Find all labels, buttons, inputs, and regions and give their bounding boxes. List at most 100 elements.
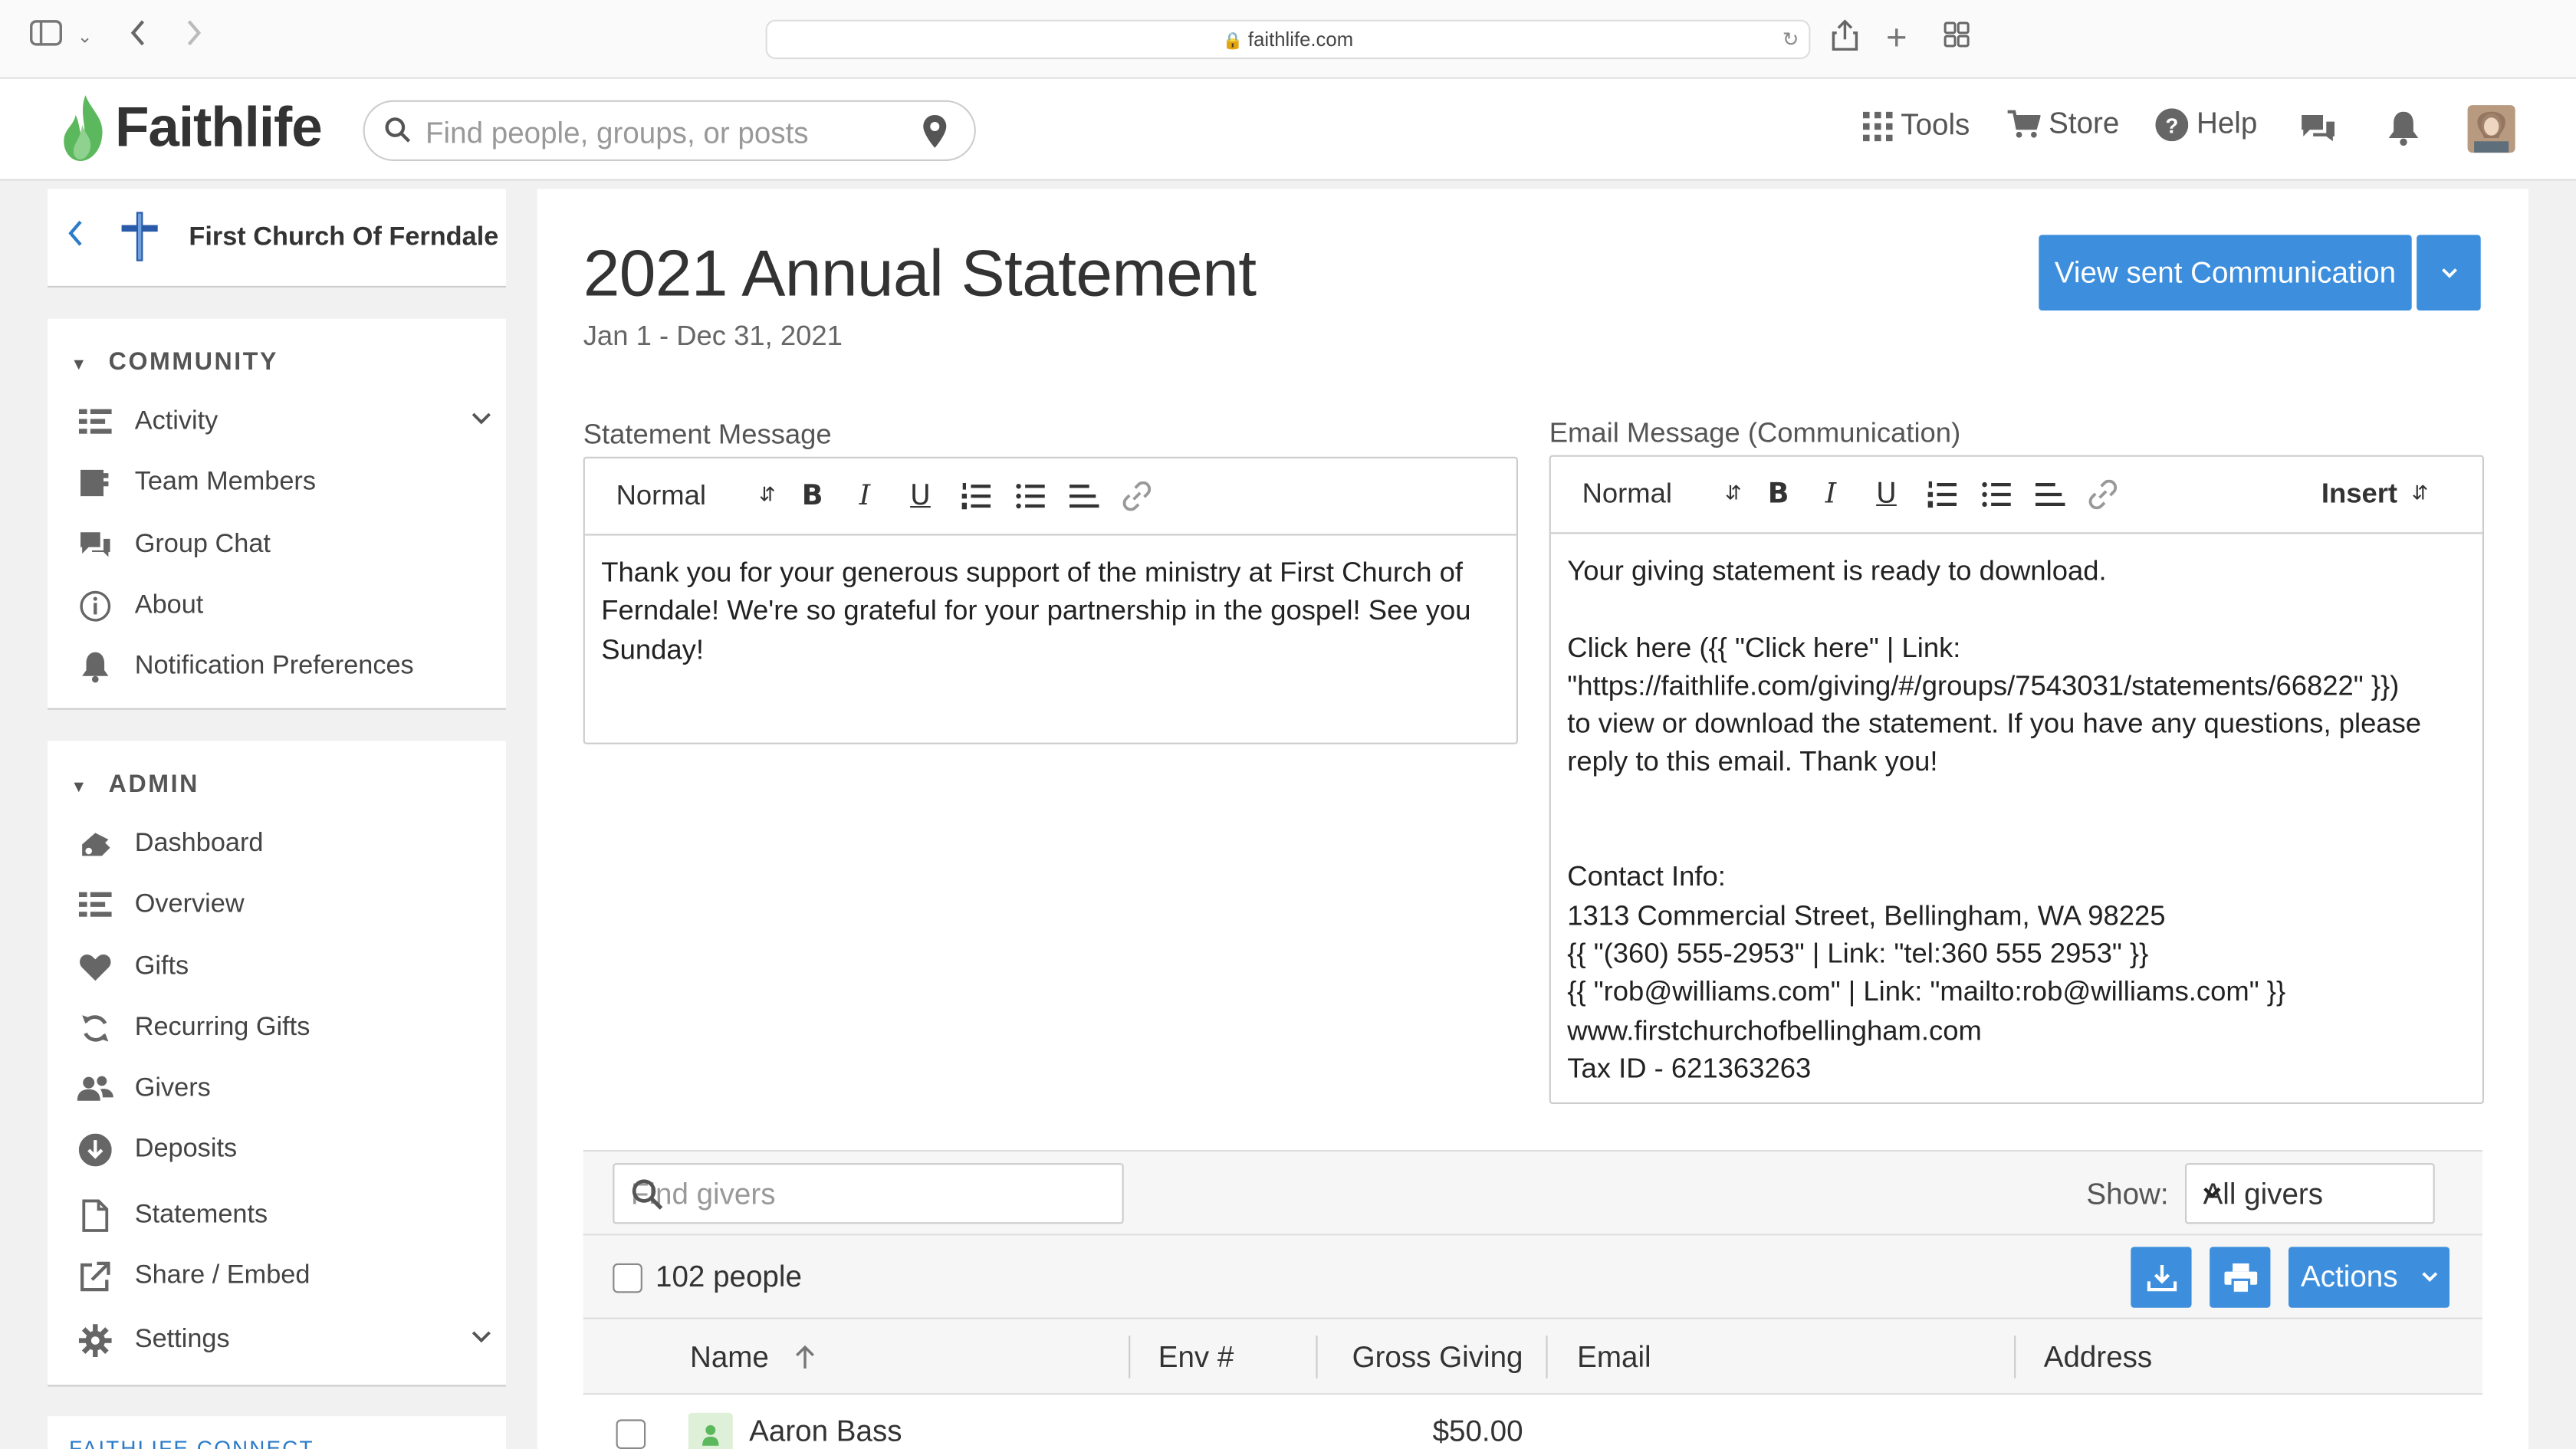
sidebar-item-about[interactable]: About: [77, 586, 491, 626]
underline-icon[interactable]: U: [910, 480, 931, 513]
format-select[interactable]: Normal: [1582, 478, 1672, 511]
italic-icon[interactable]: I: [859, 480, 870, 513]
statement-message-editor[interactable]: Normal ⇵ B I U Thank you for your genero…: [583, 456, 1518, 744]
insert-label: Insert: [2321, 478, 2398, 510]
sidebar-item-overview[interactable]: Overview: [77, 886, 491, 925]
lock-icon: 🔒: [1222, 32, 1244, 51]
roster-icon: [77, 467, 113, 500]
user-avatar[interactable]: [2467, 105, 2515, 153]
sidebar-toggle-icon[interactable]: [29, 20, 63, 54]
help-link[interactable]: ? Help: [2155, 107, 2257, 141]
link-icon[interactable]: [1122, 481, 1152, 519]
column-divider[interactable]: [1546, 1336, 1548, 1378]
back-chevron-icon[interactable]: [67, 219, 84, 256]
communication-dropdown-button[interactable]: [2417, 235, 2481, 310]
sidebar-item-gifts[interactable]: Gifts: [77, 948, 491, 987]
link-icon[interactable]: [2088, 479, 2118, 518]
sidebar-item-statements[interactable]: Statements: [77, 1196, 491, 1235]
community-heading-label: COMMUNITY: [108, 348, 279, 376]
sidebar-item-share-embed[interactable]: Share / Embed: [77, 1257, 491, 1296]
sidebar-item-recurring-gifts[interactable]: Recurring Gifts: [77, 1009, 491, 1048]
search-icon[interactable]: [631, 1178, 1109, 1219]
chevron-down-icon[interactable]: [472, 1326, 491, 1349]
admin-heading[interactable]: ▼ ADMIN: [71, 770, 199, 798]
date-range: Jan 1 - Dec 31, 2021: [583, 320, 843, 352]
forward-arrow-icon[interactable]: [184, 16, 204, 58]
search-placeholder: Find people, groups, or posts: [426, 117, 809, 150]
sidebar-item-notification-preferences[interactable]: Notification Preferences: [77, 647, 491, 686]
bold-icon[interactable]: B: [802, 480, 823, 513]
reload-icon[interactable]: ↻: [1783, 21, 1799, 58]
back-arrow-icon[interactable]: [128, 16, 148, 58]
bullet-list-icon[interactable]: [1015, 481, 1045, 519]
email-message-editor[interactable]: Normal ⇵ B I U Insert ⇵ Your giving stat…: [1549, 455, 2484, 1104]
sidebar-item-dashboard[interactable]: Dashboard: [77, 825, 491, 864]
table-row[interactable]: Aaron Bass $50.00: [583, 1395, 2482, 1449]
format-updown-icon[interactable]: ⇵: [1725, 481, 1742, 504]
group-name[interactable]: First Church Of Ferndale: [189, 223, 498, 253]
underline-icon[interactable]: U: [1876, 478, 1897, 511]
sidebar-item-label: Deposits: [134, 1135, 238, 1164]
new-tab-icon[interactable]: +: [1886, 16, 1907, 59]
bullet-list-icon[interactable]: [1981, 480, 2011, 518]
sidebar-item-activity[interactable]: Activity: [77, 402, 491, 442]
global-search-input[interactable]: Find people, groups, or posts: [363, 100, 976, 161]
messages-icon[interactable]: [2298, 112, 2338, 153]
faithlife-logo[interactable]: Faithlife: [59, 92, 323, 164]
sidebar-item-settings[interactable]: Settings: [77, 1321, 491, 1360]
column-header-name[interactable]: Name: [690, 1341, 816, 1375]
share-icon[interactable]: [1832, 18, 1858, 60]
align-icon[interactable]: [1070, 481, 1099, 519]
sidebar-item-group-chat[interactable]: Group Chat: [77, 526, 491, 565]
column-header-env[interactable]: Env #: [1158, 1341, 1234, 1375]
connect-heading[interactable]: FAITHLIFE CONNECT: [69, 1436, 314, 1449]
format-select[interactable]: Normal: [616, 480, 706, 513]
row-checkbox[interactable]: [616, 1419, 646, 1449]
sidebar-item-label: Notification Preferences: [134, 652, 414, 681]
notifications-bell-icon[interactable]: [2387, 110, 2420, 155]
select-all-checkbox[interactable]: [613, 1263, 642, 1293]
print-button[interactable]: [2210, 1247, 2271, 1308]
sidebar-item-deposits[interactable]: Deposits: [77, 1130, 491, 1169]
column-header-gross-giving[interactable]: Gross Giving: [1352, 1341, 1523, 1375]
insert-dropdown[interactable]: Insert: [2321, 478, 2397, 511]
sidebar-item-team-members[interactable]: Team Members: [77, 463, 491, 502]
column-header-address[interactable]: Address: [2044, 1341, 2153, 1375]
find-givers-input[interactable]: Find givers: [613, 1163, 1124, 1224]
column-divider[interactable]: [2014, 1336, 2016, 1378]
svg-text:?: ?: [2165, 113, 2178, 137]
ordered-list-icon[interactable]: [961, 481, 991, 519]
address-bar[interactable]: 🔒 faithlife.com ↻: [765, 19, 1811, 60]
chevron-down-icon[interactable]: [472, 407, 491, 430]
chevron-down-icon[interactable]: ⌄: [77, 26, 93, 48]
italic-icon[interactable]: I: [1825, 478, 1836, 511]
tools-menu[interactable]: Tools: [1863, 108, 1970, 143]
format-updown-icon[interactable]: ⇵: [759, 483, 776, 506]
actions-button[interactable]: Actions: [2288, 1247, 2450, 1308]
community-heading[interactable]: ▼ COMMUNITY: [71, 348, 278, 376]
align-icon[interactable]: [2036, 480, 2065, 518]
sidebar-item-givers[interactable]: Givers: [77, 1070, 491, 1109]
view-sent-communication-button[interactable]: View sent Communication: [2039, 235, 2412, 310]
email-message-text[interactable]: Your giving statement is ready to downlo…: [1567, 552, 2466, 1088]
list-icon: [77, 889, 113, 922]
tab-overview-icon[interactable]: [1944, 21, 1970, 56]
collapse-triangle-icon: ▼: [71, 778, 89, 797]
search-icon: [384, 117, 411, 151]
location-pin-icon[interactable]: [922, 113, 948, 158]
download-button[interactable]: [2131, 1247, 2192, 1308]
giver-name[interactable]: Aaron Bass: [749, 1414, 902, 1449]
help-icon: ?: [2155, 107, 2189, 141]
bold-icon[interactable]: B: [1768, 478, 1789, 511]
column-divider[interactable]: [1316, 1336, 1318, 1378]
chat-bubbles-icon: [77, 529, 113, 562]
show-filter-select[interactable]: All givers: [2185, 1163, 2435, 1224]
column-divider[interactable]: [1129, 1336, 1131, 1378]
store-link[interactable]: Store: [2007, 107, 2119, 141]
insert-updown-icon[interactable]: ⇵: [2412, 481, 2429, 504]
dashboard-icon: [77, 828, 113, 861]
statement-message-text[interactable]: Thank you for your generous support of t…: [601, 554, 1500, 669]
column-header-email[interactable]: Email: [1577, 1341, 1651, 1375]
print-icon: [2223, 1262, 2257, 1293]
ordered-list-icon[interactable]: [1927, 480, 1957, 518]
